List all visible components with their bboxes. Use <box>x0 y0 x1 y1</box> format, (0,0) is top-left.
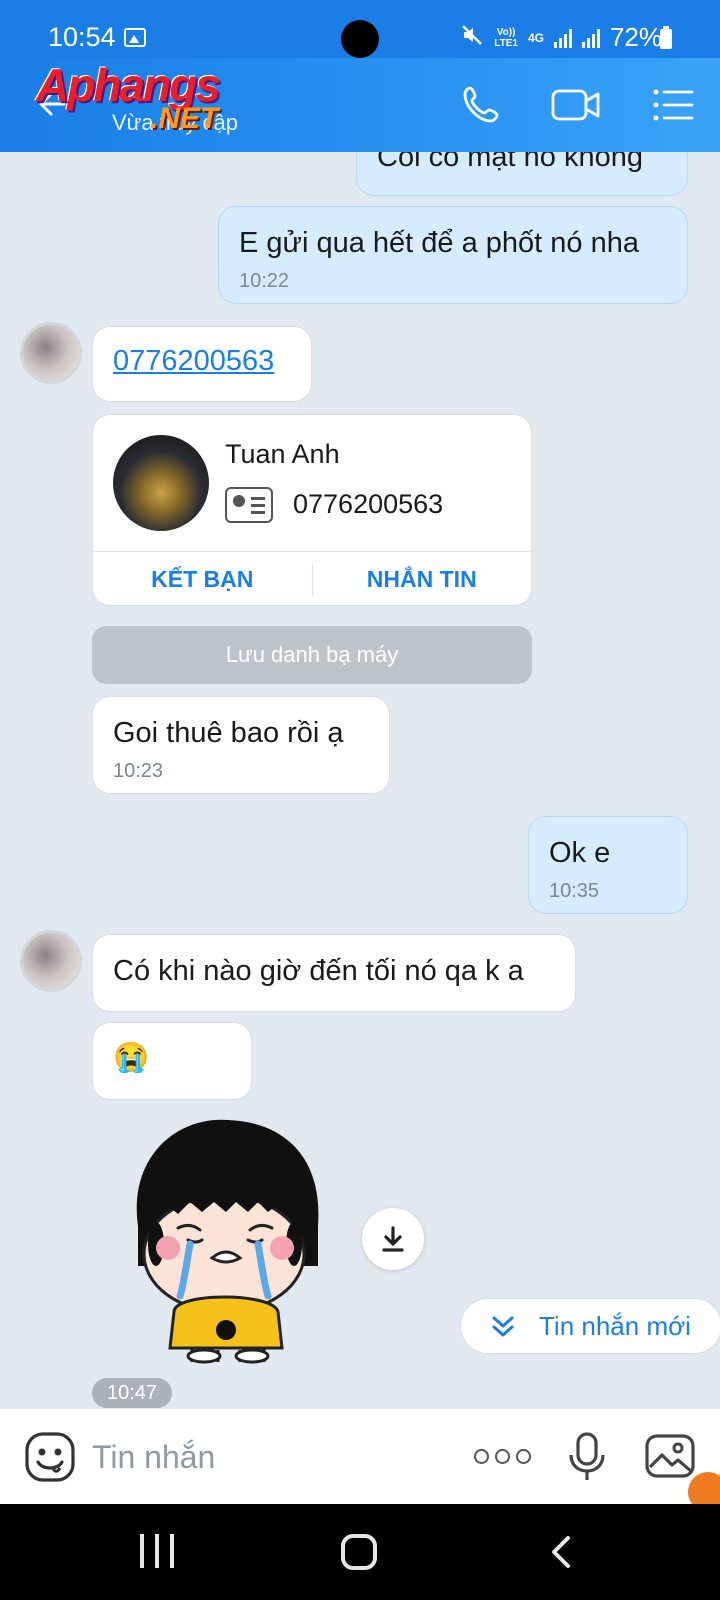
message-input[interactable] <box>92 1433 432 1481</box>
download-icon <box>382 1226 404 1252</box>
composer-bar <box>0 1408 720 1504</box>
contact-avatar[interactable] <box>20 930 82 992</box>
battery-percent: 72% <box>609 22 662 52</box>
camera-cutout <box>341 20 379 58</box>
phone-icon[interactable] <box>458 82 504 128</box>
message-text: Goi thuê bao rồi ạ <box>113 717 344 749</box>
contact-card-photo <box>113 435 209 531</box>
message-bubble-received[interactable]: Goi thuê bao rồi ạ 10:23 <box>92 696 390 794</box>
mute-icon <box>460 23 484 53</box>
signal-2-icon <box>581 28 600 48</box>
menu-list-icon[interactable] <box>650 82 696 128</box>
message-bubble-received[interactable]: 0776200563 <box>92 326 312 402</box>
add-friend-button[interactable]: KẾT BẠN <box>93 552 312 605</box>
new-messages-label: Tin nhắn mới <box>539 1310 691 1341</box>
message-time: 10:23 <box>113 760 164 782</box>
contact-card[interactable]: Tuan Anh 0776200563 KẾT BẠN NHẮN TIN <box>92 414 532 606</box>
status-bar: 10:54 Vo)) LTE1 4G 72% <box>0 0 720 58</box>
message-bubble-received[interactable]: Có khi nào giờ đến tối nó qa k a <box>92 934 576 1012</box>
message-text: Có khi nào giờ đến tối nó qa k a <box>113 955 524 987</box>
message-bubble-sent[interactable]: Ok e 10:35 <box>528 816 688 914</box>
contact-avatar[interactable] <box>20 322 82 384</box>
recents-button[interactable] <box>140 1534 174 1568</box>
message-bubble-sent[interactable]: Coi có mặt nó không <box>356 152 688 196</box>
send-message-button[interactable]: NHẮN TIN <box>313 552 532 605</box>
message-time: 10:22 <box>239 270 290 292</box>
battery-icon <box>660 26 672 49</box>
message-text: E gửi qua hết để a phốt nó nha <box>239 227 639 259</box>
microphone-icon[interactable] <box>568 1431 606 1483</box>
message-list[interactable]: Coi có mặt nó không E gửi qua hết để a p… <box>0 152 720 1408</box>
double-chevron-down-icon <box>492 1316 514 1337</box>
system-navigation-bar <box>0 1504 720 1600</box>
emoji-icon[interactable] <box>24 1431 76 1483</box>
contact-card-actions: KẾT BẠN NHẮN TIN <box>93 551 532 605</box>
status-indicators: Vo)) LTE1 4G 72% <box>460 22 662 53</box>
volte-indicator: Vo)) LTE1 <box>494 26 518 49</box>
nav-back-icon[interactable] <box>546 1534 576 1570</box>
contact-card-phone: 0776200563 <box>293 489 444 519</box>
message-bubble-received[interactable]: 😭 <box>92 1022 252 1100</box>
message-text: Ok e <box>549 837 611 869</box>
crying-girl-sticker[interactable] <box>118 1116 330 1364</box>
save-contact-button[interactable]: Lưu danh bạ máy <box>92 626 532 684</box>
id-card-icon <box>225 487 273 523</box>
message-text: Coi có mặt nó không <box>377 152 643 173</box>
message-bubble-sent[interactable]: E gửi qua hết để a phốt nó nha 10:22 <box>218 206 688 304</box>
download-sticker-button[interactable] <box>362 1208 424 1270</box>
status-time: 10:54 <box>48 22 116 52</box>
image-icon[interactable] <box>644 1433 696 1479</box>
contact-card-name: Tuan Anh <box>225 439 340 469</box>
signal-1-icon <box>553 28 572 48</box>
crying-emoji: 😭 <box>113 1042 150 1074</box>
new-messages-button[interactable]: Tin nhắn mới <box>460 1298 720 1354</box>
phone-link[interactable]: 0776200563 <box>113 345 274 377</box>
message-time: 10:35 <box>549 880 600 902</box>
chat-header: Aphangs Vừa truy cập .NET <box>0 58 720 152</box>
sticker-time: 10:47 <box>92 1378 172 1408</box>
watermark-net: .NET <box>150 102 219 135</box>
more-options-icon[interactable] <box>474 1441 532 1471</box>
network-type: 4G <box>527 30 544 45</box>
gallery-notification-icon <box>124 28 146 47</box>
home-button[interactable] <box>341 1534 377 1570</box>
video-call-icon[interactable] <box>550 82 602 128</box>
